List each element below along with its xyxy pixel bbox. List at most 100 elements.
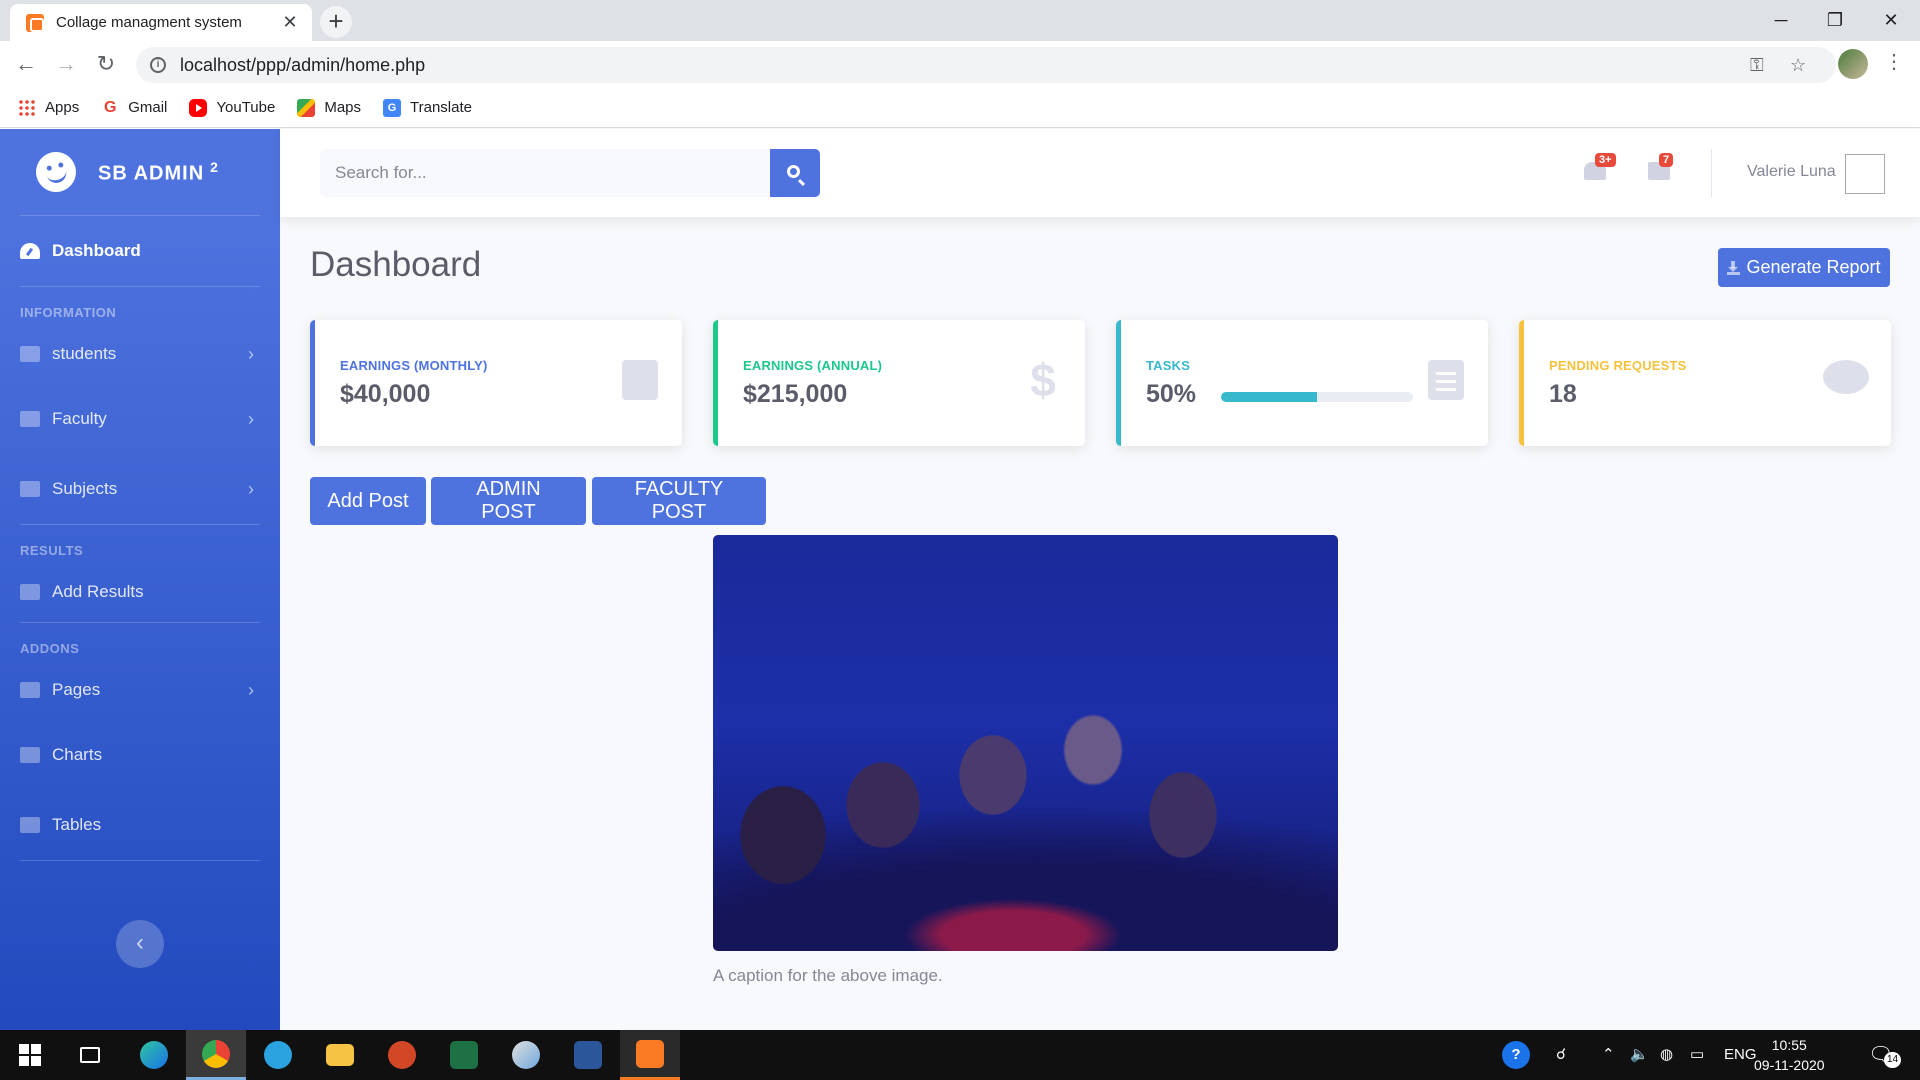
battery-icon[interactable]: ▭: [1690, 1030, 1704, 1080]
generate-report-label: Generate Report: [1746, 257, 1881, 277]
book-icon: [20, 481, 40, 497]
user-name[interactable]: Valerie Luna: [1747, 163, 1836, 181]
bookmark-youtube[interactable]: YouTube: [189, 98, 275, 117]
reload-button[interactable]: ↻: [90, 48, 122, 80]
generate-report-button[interactable]: Generate Report: [1718, 248, 1890, 287]
dollar-icon: $: [1030, 354, 1056, 406]
restore-button[interactable]: ❐: [1806, 5, 1864, 35]
taskbar-xampp[interactable]: [620, 1030, 680, 1080]
bookmark-translate[interactable]: G Translate: [383, 98, 472, 117]
forward-button[interactable]: →: [50, 48, 82, 80]
new-tab-button[interactable]: +: [320, 6, 352, 38]
sidebar-item-label: Add Results: [52, 582, 144, 601]
help-icon[interactable]: ?: [1502, 1041, 1530, 1069]
users-icon: [20, 346, 40, 362]
taskbar-excel[interactable]: [434, 1030, 494, 1080]
google-icon: G: [103, 98, 117, 116]
minimize-button[interactable]: ─: [1752, 5, 1810, 35]
people-icon[interactable]: ☌: [1556, 1030, 1566, 1080]
brand-text: SB ADMIN 2: [98, 158, 219, 185]
tab-close-icon[interactable]: ✕: [280, 12, 300, 33]
sidebar-item-label: Tables: [52, 815, 102, 834]
sidebar-divider: [20, 860, 260, 861]
sidebar-item-label: Charts: [52, 745, 103, 764]
bookmark-label: Gmail: [128, 99, 168, 116]
table-icon: [20, 817, 40, 833]
sidebar-brand[interactable]: SB ADMIN 2: [0, 129, 280, 215]
bookmark-gmail[interactable]: G Gmail: [101, 99, 167, 117]
taskbar-chrome[interactable]: [186, 1030, 246, 1080]
topbar-search: [320, 149, 820, 197]
chevron-right-icon: ›: [248, 408, 254, 429]
taskbar-powerpoint[interactable]: [372, 1030, 432, 1080]
download-icon: [1727, 260, 1741, 275]
browser-toolbar: ← → ↻ i localhost/ppp/admin/home.php ⚿ ☆…: [0, 41, 1920, 88]
alerts-bell-icon[interactable]: 3+: [1584, 153, 1616, 180]
pending-requests-card: PENDING REQUESTS 18: [1519, 320, 1891, 446]
bookmark-label: Translate: [410, 99, 472, 116]
bookmark-star-icon[interactable]: ☆: [1790, 47, 1806, 83]
network-icon[interactable]: ◍: [1660, 1030, 1673, 1080]
excel-icon: [450, 1041, 478, 1069]
messages-envelope-icon[interactable]: 7: [1648, 153, 1674, 180]
task-view-button[interactable]: [60, 1030, 120, 1080]
sidebar-item-add-results[interactable]: Add Results: [0, 562, 280, 622]
taskbar-paint[interactable]: [496, 1030, 556, 1080]
back-button[interactable]: ←: [10, 48, 42, 80]
key-icon[interactable]: ⚿: [1750, 47, 1764, 83]
tasks-progress-bar: [1221, 392, 1317, 402]
language-indicator[interactable]: ENG: [1724, 1030, 1757, 1080]
card-label: TASKS: [1146, 358, 1191, 373]
volume-icon[interactable]: 🔈: [1630, 1030, 1649, 1080]
card-value: 50%: [1146, 380, 1197, 408]
chrome-icon: [202, 1039, 230, 1068]
search-button[interactable]: [770, 149, 820, 197]
search-input[interactable]: [320, 149, 770, 197]
browser-tab[interactable]: Collage managment system ✕: [10, 4, 312, 41]
taskbar-word[interactable]: [558, 1030, 618, 1080]
bookmark-apps[interactable]: Apps: [18, 98, 79, 117]
admin-post-button[interactable]: ADMIN POST: [431, 477, 586, 525]
sidebar-item-faculty[interactable]: Faculty ›: [0, 384, 280, 454]
sidebar-item-tables[interactable]: Tables: [0, 790, 280, 860]
sidebar-heading-addons: ADDONS: [20, 641, 80, 656]
taskbar: ? ☌ ⌃ 🔈 ◍ ▭ ENG 10:55 09-11-2020 🗨 14: [0, 1030, 1920, 1080]
taskbar-file-explorer[interactable]: [310, 1030, 370, 1080]
notification-count-badge: 14: [1884, 1052, 1902, 1068]
translate-icon: G: [383, 98, 402, 117]
faculty-post-button[interactable]: FACULTY POST: [592, 477, 766, 525]
close-window-button[interactable]: ✕: [1862, 5, 1920, 35]
calendar-icon: [622, 360, 658, 400]
bookmark-label: Maps: [324, 99, 362, 116]
sidebar-item-dashboard[interactable]: Dashboard: [0, 216, 280, 286]
tray-expand-icon[interactable]: ⌃: [1602, 1030, 1615, 1080]
start-button[interactable]: [0, 1030, 60, 1080]
user-avatar[interactable]: [1845, 154, 1885, 194]
bookmark-maps[interactable]: Maps: [297, 98, 362, 117]
sidebar-item-students[interactable]: students ›: [0, 324, 280, 384]
sidebar-item-subjects[interactable]: Subjects ›: [0, 454, 280, 524]
sidebar-item-charts[interactable]: Charts: [0, 720, 280, 790]
sidebar-item-pages[interactable]: Pages ›: [0, 660, 280, 720]
tasks-progress: [1221, 392, 1413, 402]
word-icon: [574, 1041, 602, 1069]
sidebar-item-label: Faculty: [52, 409, 107, 428]
browser-menu-icon[interactable]: ⋮: [1884, 49, 1904, 74]
sidebar-toggle-button[interactable]: ‹: [116, 920, 164, 968]
folder-icon: [326, 1044, 354, 1066]
taskbar-edge[interactable]: [124, 1030, 184, 1080]
tab-title: Collage managment system: [56, 14, 242, 31]
add-post-button[interactable]: Add Post: [310, 477, 426, 525]
table-icon: [20, 584, 40, 600]
address-bar[interactable]: i localhost/ppp/admin/home.php ⚿ ☆: [136, 47, 1836, 83]
page-title: Dashboard: [310, 245, 482, 284]
card-label: EARNINGS (MONTHLY): [340, 358, 488, 373]
taskbar-clock[interactable]: 10:55 09-11-2020: [1754, 1035, 1825, 1075]
address-url[interactable]: localhost/ppp/admin/home.php: [180, 55, 425, 76]
clock-time: 10:55: [1771, 1037, 1807, 1053]
laugh-wink-icon: [31, 147, 81, 197]
powerpoint-icon: [388, 1041, 416, 1069]
taskbar-telegram[interactable]: [248, 1030, 308, 1080]
site-info-icon[interactable]: i: [150, 57, 166, 73]
profile-avatar-icon[interactable]: [1838, 49, 1868, 79]
